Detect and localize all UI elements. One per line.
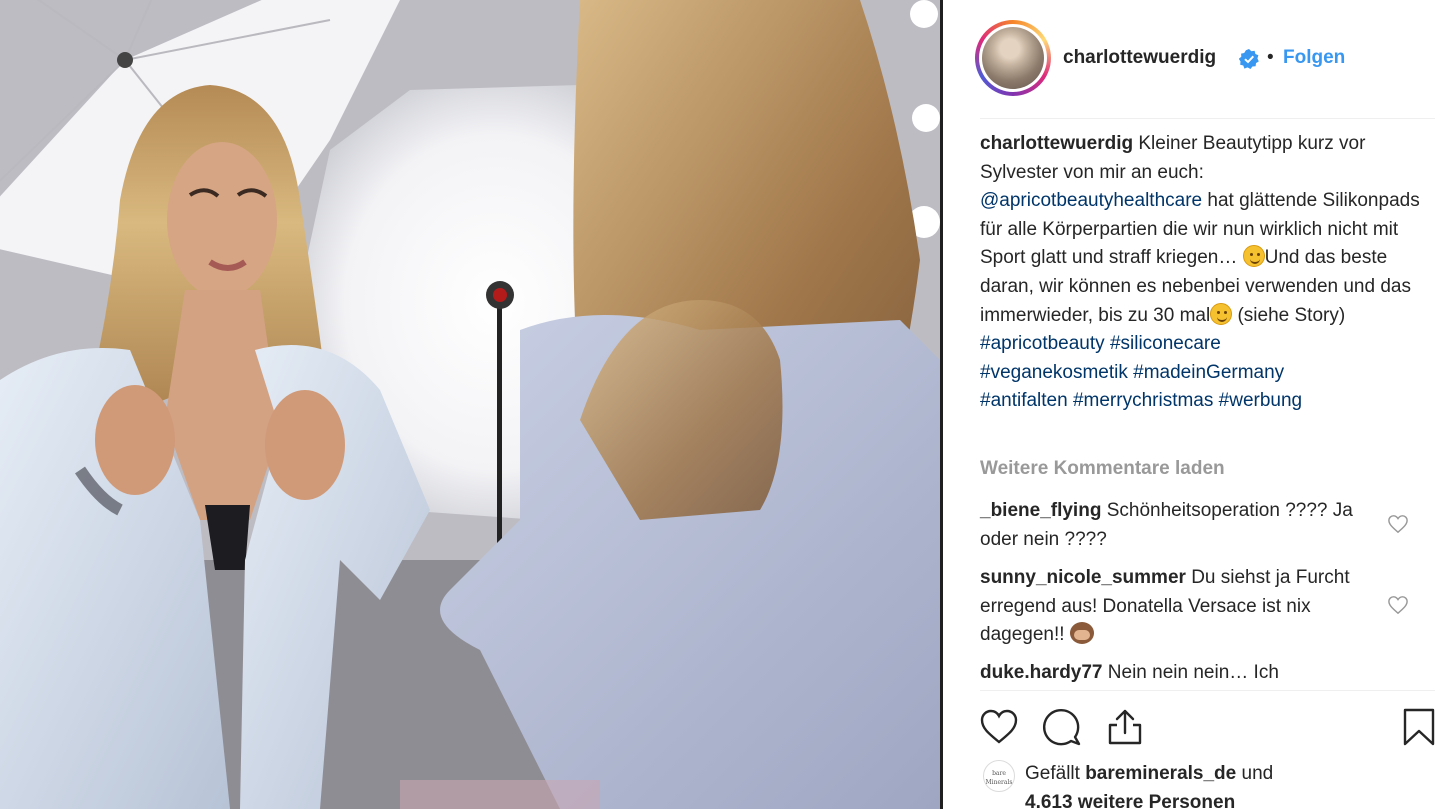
header-divider	[980, 118, 1435, 119]
comment-item: duke.hardy77 Nein nein nein… Ich	[980, 659, 1380, 687]
bookmark-icon[interactable]	[1399, 707, 1439, 747]
comment-like-heart-icon[interactable]	[1387, 595, 1409, 615]
likes-prefix: Gefällt	[1025, 763, 1080, 784]
heart-icon[interactable]	[979, 707, 1019, 747]
author-avatar[interactable]	[975, 20, 1051, 96]
comment-item: sunny_nicole_summer Du siehst ja Furcht …	[980, 564, 1380, 650]
caption-mention[interactable]: @apricotbeautyhealthcare	[980, 190, 1202, 211]
liker-avatar[interactable]: bare Minerals	[983, 760, 1015, 792]
photo-illustration	[0, 0, 940, 809]
hashtag[interactable]: #apricotbeauty	[980, 333, 1105, 354]
hashtag[interactable]: #veganekosmetik	[980, 362, 1128, 383]
verified-badge-icon	[1239, 49, 1259, 69]
avatar-inner	[979, 24, 1047, 92]
likes-others-count[interactable]: 4.613 weitere Personen	[1025, 792, 1235, 809]
post-header: charlottewuerdig • Folgen	[943, 0, 1440, 118]
hashtag[interactable]: #werbung	[1219, 390, 1302, 411]
hashtag[interactable]: #siliconecare	[1110, 333, 1221, 354]
comment-like-heart-icon[interactable]	[1387, 514, 1409, 534]
comment-icon[interactable]	[1042, 707, 1082, 747]
winking-face-emoji-icon	[1242, 245, 1265, 268]
hashtag[interactable]: #antifalten	[980, 390, 1068, 411]
hashtag[interactable]: #madeinGermany	[1133, 362, 1284, 383]
likes-connector: und	[1241, 763, 1274, 784]
author-username[interactable]: charlottewuerdig	[1063, 47, 1216, 69]
comment-text: Nein nein nein… Ich	[1107, 662, 1279, 683]
caption-text-4: (siehe Story)	[1237, 304, 1346, 326]
caption: charlottewuerdig Kleiner Beautytipp kurz…	[980, 130, 1420, 416]
avatar-image	[982, 27, 1044, 89]
caption-username[interactable]: charlottewuerdig	[980, 133, 1133, 154]
comment-username[interactable]: duke.hardy77	[980, 662, 1103, 683]
comment-username[interactable]: sunny_nicole_summer	[980, 567, 1186, 588]
load-more-comments-button[interactable]: Weitere Kommentare laden	[980, 458, 1225, 480]
grinning-squinting-face-emoji-icon	[1210, 302, 1233, 325]
actions-divider	[980, 690, 1435, 691]
comment-item: _biene_flying Schönheitsoperation ???? J…	[980, 497, 1380, 554]
share-icon[interactable]	[1105, 707, 1145, 747]
likes-summary: Gefällt bareminerals_de und 4.613 weiter…	[1025, 760, 1405, 809]
follow-button[interactable]: Folgen	[1283, 47, 1345, 69]
liker-username[interactable]: bareminerals_de	[1085, 763, 1236, 784]
post-photo[interactable]	[0, 0, 940, 809]
comment-username[interactable]: _biene_flying	[980, 500, 1101, 521]
see-no-evil-monkey-emoji-icon	[1069, 622, 1094, 645]
hashtag[interactable]: #merrychristmas	[1073, 390, 1213, 411]
post-details-panel: charlottewuerdig • Folgen charlottewuerd…	[943, 0, 1440, 809]
header-separator: •	[1267, 47, 1274, 68]
